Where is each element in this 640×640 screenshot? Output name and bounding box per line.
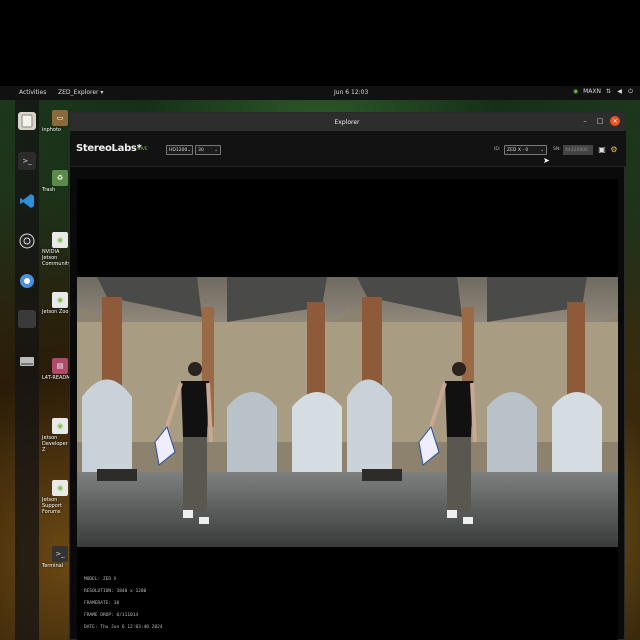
chevron-down-icon: ⌄ (187, 147, 192, 153)
right-camera-frame (347, 277, 618, 547)
dock: >_ (15, 100, 39, 640)
obs-icon[interactable] (18, 232, 36, 250)
info-model: MODEL: ZED X (84, 577, 117, 582)
nvidia-link-icon: ◉ (52, 480, 68, 496)
files-icon[interactable] (18, 112, 36, 130)
explorer-window: Explorer – □ ✕ StereoLabs* LIVE HD1200 ⌄… (69, 112, 626, 640)
desktop-icon-label: NVIDIA Jetson Community (42, 249, 71, 267)
folder-icon: ▭ (52, 110, 68, 126)
volume-icon[interactable]: ◀ (616, 88, 623, 95)
serial-number-field: 44320806 (563, 145, 593, 155)
chromium-icon[interactable] (18, 272, 36, 290)
id-label: ID: (494, 147, 501, 152)
mouse-cursor: ➤ (543, 156, 550, 165)
system-tray[interactable]: ◉ MAXN ⇅ ◀ ⏻ (572, 88, 634, 95)
live-indicator: LIVE (138, 147, 148, 152)
camera-view: MODEL: ZED X RESOLUTION: 3840 x 1200 FRA… (77, 179, 618, 640)
nvidia-link-icon: ◉ (52, 418, 68, 434)
clock[interactable]: Jun 6 12:03 (334, 89, 368, 96)
info-framerate: FRAMERATE: 30 (84, 601, 120, 606)
resolution-select[interactable]: HD1200 ⌄ (166, 145, 193, 155)
chevron-down-icon: ⌄ (540, 147, 544, 153)
info-date: DATE: Thu Jun 6 12:03:40 2024 (84, 625, 163, 630)
network-icon[interactable]: ⇅ (605, 88, 612, 95)
minimize-icon[interactable]: – (580, 116, 590, 126)
desktop-icon-label: Jetson Support Forums (42, 497, 62, 515)
drive-icon: ▤ (52, 358, 68, 374)
maximize-icon[interactable]: □ (595, 116, 605, 126)
info-frame-drop: FRAME DROP: 0/111014 (84, 613, 139, 618)
camera-id-select-value: ZED X - 0 (507, 147, 529, 153)
blank-app-icon[interactable] (18, 310, 36, 328)
record-icon[interactable]: ▣ (597, 144, 607, 154)
window-title: Explorer (334, 118, 360, 126)
power-mode[interactable]: MAXN (583, 88, 601, 95)
vscode-icon[interactable] (18, 192, 36, 210)
nvidia-icon[interactable]: ◉ (572, 88, 579, 95)
fps-select-value: 30 (198, 147, 204, 153)
terminal-icon: >_ (52, 546, 68, 562)
app-menu[interactable]: ZED_Explorer ▾ (58, 89, 103, 96)
trash-icon: ♻ (52, 170, 68, 186)
fps-select[interactable]: 30 ⌄ (195, 145, 221, 155)
resolution-select-value: HD1200 (169, 147, 188, 153)
left-camera-frame (77, 277, 348, 547)
nvidia-link-icon: ◉ (52, 292, 68, 308)
window-titlebar[interactable]: Explorer – □ ✕ (70, 113, 624, 131)
drive-icon[interactable] (18, 352, 36, 370)
info-resolution: RESOLUTION: 3840 x 1200 (84, 589, 147, 594)
screen: Activities ZED_Explorer ▾ Jun 6 12:03 ◉ … (0, 0, 640, 640)
camera-id-select[interactable]: ZED X - 0 ⌄ (504, 145, 547, 155)
power-icon[interactable]: ⏻ (627, 88, 634, 95)
chevron-down-icon: ⌄ (214, 147, 218, 153)
close-icon[interactable]: ✕ (610, 116, 620, 126)
nvidia-link-icon: ◉ (52, 232, 68, 248)
top-bar: Activities ZED_Explorer ▾ Jun 6 12:03 ◉ … (0, 86, 640, 100)
activities-button[interactable]: Activities (19, 89, 46, 96)
terminal-icon[interactable]: >_ (18, 152, 36, 170)
desktop-icon-label: Jetson Developer Z (42, 435, 68, 453)
sn-label: SN: (553, 147, 561, 152)
stereolabs-logo: StereoLabs* (76, 143, 142, 154)
gear-icon[interactable]: ⚙ (609, 144, 619, 154)
